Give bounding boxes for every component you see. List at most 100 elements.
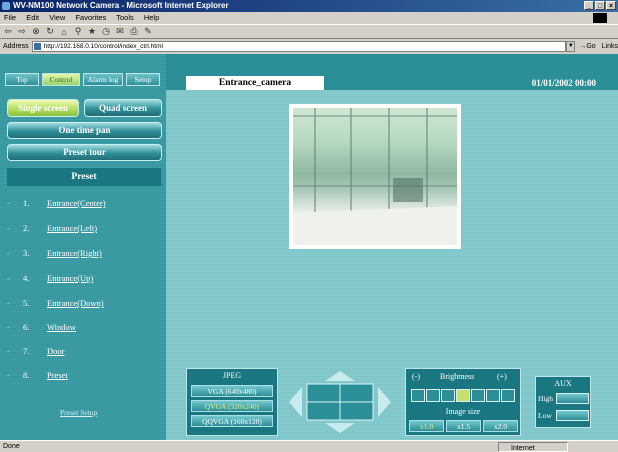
menu-bar: File Edit View Favorites Tools Help [0,12,618,24]
preset-item[interactable]: - 2. Entrance(Left) [7,221,157,235]
brightness-label: Brightness [440,372,475,381]
preset-link-window[interactable]: Window [47,320,76,334]
status-bar: Done Internet [0,440,618,452]
preset-tour-button[interactable]: Preset tour [7,144,162,161]
print-icon[interactable]: ⎙ [129,26,139,37]
ie-logo-icon [2,2,10,10]
minimize-button[interactable]: _ [584,1,594,10]
edit-icon[interactable]: ✎ [143,26,153,37]
preset-header: Preset [7,168,161,186]
preset-link-entrance-left[interactable]: Entrance(Left) [47,221,97,235]
brightness-step-2[interactable] [426,389,440,402]
back-icon[interactable]: ⇦ [3,26,13,37]
windows-logo-icon [593,13,607,23]
jpeg-panel: JPEG VGA (640x480) QVGA (320x240) QQVGA … [186,368,278,436]
vga-button[interactable]: VGA (640x480) [191,385,273,397]
home-icon[interactable]: ⌂ [59,27,69,37]
close-button[interactable]: × [606,1,616,10]
menu-file[interactable]: File [4,13,16,22]
pan-down-arrow[interactable] [325,423,355,433]
refresh-icon[interactable]: ↻ [45,26,55,37]
preset-item[interactable]: - 7. Door [7,344,157,358]
preset-link-door[interactable]: Door [47,344,64,358]
menu-tools[interactable]: Tools [116,13,134,22]
go-button[interactable]: →Go [579,43,595,50]
window-title: WV-NM100 Network Camera - Microsoft Inte… [13,1,229,10]
tab-alarm-log[interactable]: Alarm log [83,73,123,86]
menu-help[interactable]: Help [144,13,159,22]
status-text: Done [3,443,20,450]
image-size-title: Image size [445,407,481,416]
camera-view[interactable] [289,104,461,249]
address-bar: Address http://192.168.0.10/control/inde… [0,39,618,53]
qvga-button[interactable]: QVGA (320x240) [191,400,273,412]
single-screen-button[interactable]: Single screen [7,99,79,117]
pan-left-arrow[interactable] [289,387,302,417]
aux-low-button[interactable] [556,410,589,421]
menu-favorites[interactable]: Favorites [75,13,106,22]
search-icon[interactable]: ⚲ [73,26,83,37]
brightness-step-1[interactable] [411,389,425,402]
preset-item[interactable]: - 1. Entrance(Center) [7,196,157,210]
stop-icon[interactable]: ⊗ [31,26,41,37]
brightness-step-3[interactable] [441,389,455,402]
address-dropdown[interactable]: ▼ [566,40,576,52]
window-controls: _ □ × [584,1,616,10]
pan-tilt-pad [289,371,391,433]
security-zone: Internet [498,442,568,452]
brightness-plus-label[interactable]: (+) [497,372,507,381]
aux-high-label: High [538,394,553,403]
qqvga-button[interactable]: QQVGA (160x120) [191,415,273,427]
maximize-button[interactable]: □ [595,1,605,10]
mail-icon[interactable]: ✉ [115,26,125,37]
camera-title: Entrance_camera [186,76,324,90]
address-url: http://192.168.0.10/control/index_ctrl.h… [43,42,163,50]
aux-panel: AUX High Low [535,376,591,428]
preset-item[interactable]: - 6. Window [7,320,157,334]
preset-link-preset[interactable]: Preset [47,368,68,382]
size-x2-0-button[interactable]: x2.0 [483,420,518,432]
aux-low-label: Low [538,411,552,420]
datetime: 01/01/2002 00:00 [531,78,596,88]
address-label: Address [3,42,29,50]
aux-title: AUX [554,379,572,388]
menu-edit[interactable]: Edit [26,13,39,22]
favorites-icon[interactable]: ★ [87,26,97,37]
tab-setup[interactable]: Setup [126,73,160,86]
preset-item[interactable]: - 8. Preset [7,368,157,382]
page-icon [33,42,41,50]
preset-item[interactable]: - 5. Entrance(Down) [7,296,157,310]
links-button[interactable]: Links [602,43,618,50]
brightness-minus-label[interactable]: (-) [412,372,420,381]
preset-link-entrance-up[interactable]: Entrance(Up) [47,271,93,285]
page-content: Top Control Alarm log Setup Single scree… [0,54,618,440]
menu-view[interactable]: View [49,13,65,22]
quad-screen-button[interactable]: Quad screen [84,99,162,117]
window-titlebar: WV-NM100 Network Camera - Microsoft Inte… [0,0,618,12]
preset-setup-link[interactable]: Preset Setup [60,408,97,417]
preset-item[interactable]: - 4. Entrance(Up) [7,271,157,285]
browser-toolbar: ⇦ ⇨ ⊗ ↻ ⌂ ⚲ ★ ◷ ✉ ⎙ ✎ [0,24,618,39]
brightness-panel: (-) Brightness (+) Image size x1.0 x1.5 … [405,368,521,436]
pan-up-arrow[interactable] [325,371,355,381]
brightness-step-7[interactable] [501,389,515,402]
forward-icon[interactable]: ⇨ [17,26,27,37]
brightness-step-4[interactable] [456,389,470,402]
address-input[interactable]: http://192.168.0.10/control/index_ctrl.h… [31,40,567,52]
aux-high-button[interactable] [556,393,589,404]
size-x1-5-button[interactable]: x1.5 [446,420,481,432]
preset-link-entrance-down[interactable]: Entrance(Down) [47,296,104,310]
size-x1-0-button[interactable]: x1.0 [409,420,444,432]
brightness-step-6[interactable] [486,389,500,402]
jpeg-title: JPEG [222,371,242,380]
one-time-pan-button[interactable]: One time pan [7,122,162,139]
brightness-step-5[interactable] [471,389,485,402]
tab-top[interactable]: Top [5,73,39,86]
preset-item[interactable]: - 3. Entrance(Right) [7,246,157,260]
preset-link-entrance-center[interactable]: Entrance(Center) [47,196,106,210]
camera-image [293,108,457,245]
history-icon[interactable]: ◷ [101,26,111,37]
tab-control[interactable]: Control [42,73,80,86]
pan-right-arrow[interactable] [378,387,391,417]
preset-link-entrance-right[interactable]: Entrance(Right) [47,246,102,260]
